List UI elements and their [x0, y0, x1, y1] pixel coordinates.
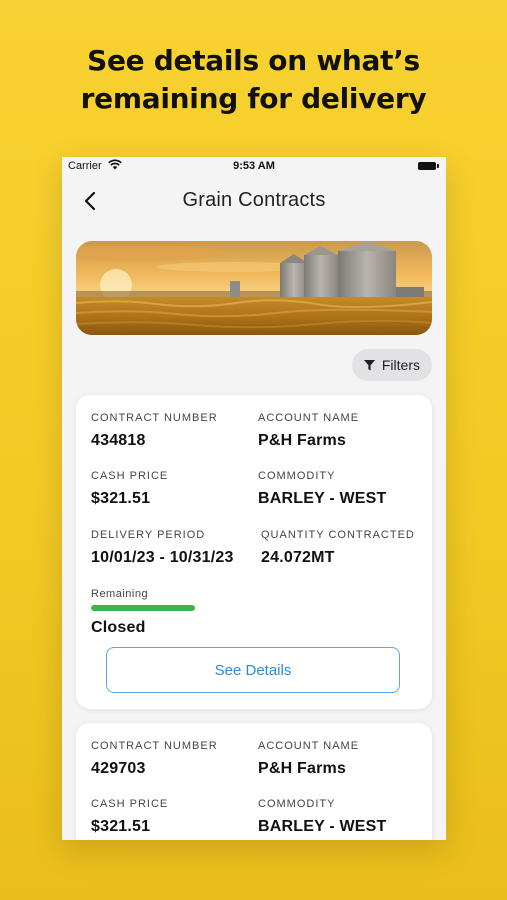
- contract-card: CONTRACT NUMBER 434818 ACCOUNT NAME P&H …: [76, 395, 432, 709]
- commodity-value: BARLEY - WEST: [258, 490, 387, 507]
- status-bar: Carrier 9:53 AM: [62, 157, 446, 177]
- headline-line-1: See details on what’s: [87, 44, 420, 77]
- commodity-value: BARLEY - WEST: [258, 818, 387, 835]
- headline-line-2: remaining for delivery: [80, 82, 427, 115]
- remaining-progress-bar: [91, 605, 195, 611]
- contract-number-value: 429703: [91, 760, 146, 777]
- filters-button[interactable]: Filters: [351, 349, 432, 381]
- nav-bar: Grain Contracts: [62, 181, 446, 223]
- delivery-period-label: DELIVERY PERIOD: [91, 529, 206, 541]
- cash-price-value: $321.51: [91, 490, 151, 507]
- filter-icon: [363, 359, 375, 370]
- headline: See details on what’s remaining for deli…: [0, 42, 507, 118]
- status-time: 9:53 AM: [233, 160, 275, 172]
- filters-label: Filters: [381, 357, 420, 373]
- see-details-button[interactable]: See Details: [106, 647, 400, 693]
- contract-number-label: CONTRACT NUMBER: [91, 740, 218, 752]
- phone-screen: Carrier 9:53 AM Grain Contracts Filters …: [62, 157, 446, 840]
- commodity-label: COMMODITY: [258, 798, 336, 810]
- delivery-period-value: 10/01/23 - 10/31/23: [91, 549, 234, 566]
- grain-silo-banner-image: [76, 241, 432, 335]
- cash-price-label: CASH PRICE: [91, 470, 169, 482]
- cash-price-label: CASH PRICE: [91, 798, 169, 810]
- account-name-label: ACCOUNT NAME: [258, 740, 360, 752]
- quantity-contracted-label: QUANTITY CONTRACTED: [261, 529, 415, 541]
- contract-card: CONTRACT NUMBER 429703 ACCOUNT NAME P&H …: [76, 723, 432, 840]
- account-name-value: P&H Farms: [258, 760, 347, 777]
- account-name-value: P&H Farms: [258, 432, 347, 449]
- contract-number-value: 434818: [91, 432, 146, 449]
- cash-price-value: $321.51: [91, 818, 151, 835]
- contract-status: Closed: [91, 619, 146, 636]
- battery-icon: [418, 162, 439, 170]
- contract-number-label: CONTRACT NUMBER: [91, 412, 218, 424]
- page-title: Grain Contracts: [182, 189, 326, 211]
- remaining-label: Remaining: [91, 588, 149, 600]
- account-name-label: ACCOUNT NAME: [258, 412, 360, 424]
- quantity-contracted-value: 24.072MT: [261, 549, 335, 566]
- commodity-label: COMMODITY: [258, 470, 336, 482]
